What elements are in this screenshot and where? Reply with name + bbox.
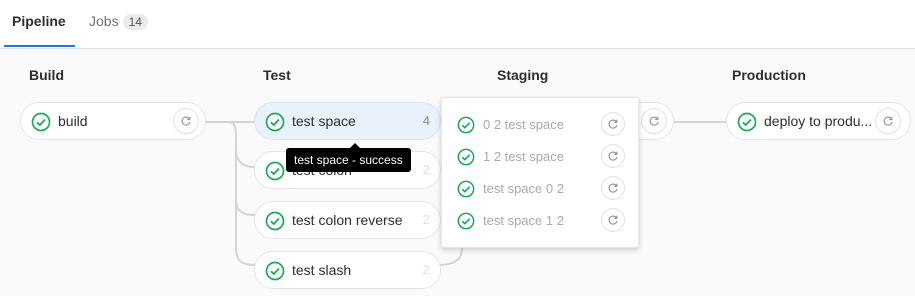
job-test-slash[interactable]: test slash 2 [254, 251, 441, 289]
dropdown-item[interactable]: 0 2 test space [442, 109, 638, 141]
stage-title-test: Test [263, 67, 291, 83]
success-icon [457, 180, 475, 198]
job-count: 4 [422, 113, 430, 128]
dropdown-item-label: 0 2 test space [483, 117, 564, 132]
retry-button[interactable] [875, 108, 901, 134]
dropdown-item[interactable]: 1 2 test space [442, 141, 638, 173]
success-icon [737, 112, 757, 132]
active-tab-indicator [4, 45, 75, 47]
jobs-count-badge: 14 [122, 14, 148, 30]
dropdown-item[interactable]: test space 1 2 [442, 205, 638, 237]
job-count: 2 [422, 212, 430, 227]
success-icon [265, 161, 285, 181]
success-icon [457, 212, 475, 230]
connector-test-colon [227, 121, 256, 168]
retry-icon [608, 215, 618, 225]
job-label: test space [292, 113, 356, 129]
job-label: test slash [292, 262, 352, 278]
job-dropdown-menu: 0 2 test space 1 2 test space test space… [441, 97, 639, 248]
dropdown-item[interactable]: test space 0 2 [442, 173, 638, 205]
stage-title-staging: Staging [497, 67, 549, 83]
retry-icon [608, 151, 618, 161]
job-test-colon-reverse[interactable]: test colon reverse 2 [254, 201, 441, 239]
tab-jobs[interactable]: Jobs 14 [89, 13, 148, 30]
retry-icon [608, 183, 618, 193]
pipeline-tabs: Pipeline Jobs 14 [0, 0, 915, 49]
stage-title-production: Production [732, 67, 806, 83]
job-label: test colon reverse [292, 212, 403, 228]
job-label: build [58, 113, 88, 129]
dropdown-item-label: test space 1 2 [483, 213, 564, 228]
success-icon [265, 261, 285, 281]
retry-button[interactable] [641, 108, 667, 134]
success-icon [31, 112, 51, 132]
success-icon [457, 148, 475, 166]
dropdown-item-label: 1 2 test space [483, 149, 564, 164]
job-count: 2 [422, 162, 430, 177]
job-build[interactable]: build [20, 102, 206, 140]
success-icon [265, 112, 285, 132]
success-icon [265, 211, 285, 231]
retry-icon [883, 116, 893, 126]
job-count: 2 [422, 262, 430, 277]
job-test-space[interactable]: test space 4 [254, 102, 441, 140]
stage-title-build: Build [29, 67, 64, 83]
job-deploy-to-production[interactable]: deploy to produ... [726, 102, 911, 140]
retry-button[interactable] [601, 112, 625, 136]
job-label: deploy to produ... [764, 113, 873, 129]
tab-jobs-label: Jobs [89, 13, 119, 29]
retry-button[interactable] [173, 108, 199, 134]
retry-button[interactable] [601, 144, 625, 168]
tab-pipeline[interactable]: Pipeline [12, 13, 66, 29]
retry-icon [181, 116, 191, 126]
retry-icon [649, 116, 659, 126]
retry-button[interactable] [601, 176, 625, 200]
retry-icon [608, 119, 618, 129]
job-tooltip: test space - success [286, 148, 411, 172]
success-icon [457, 116, 475, 134]
dropdown-item-label: test space 0 2 [483, 181, 564, 196]
retry-button[interactable] [601, 208, 625, 232]
